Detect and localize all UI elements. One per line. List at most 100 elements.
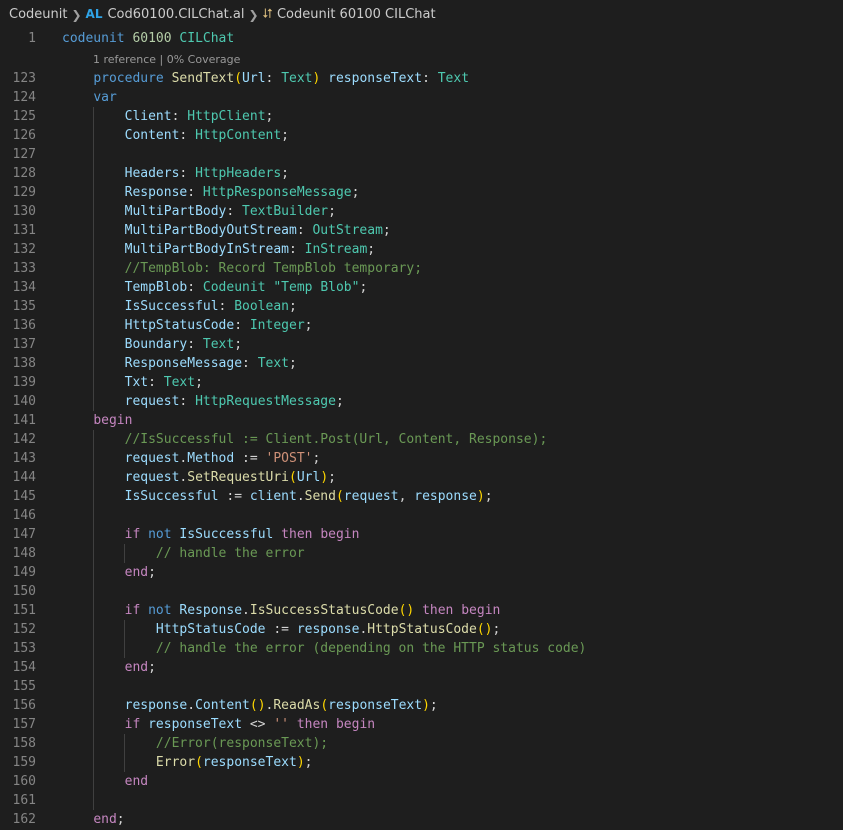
code-line[interactable]: 156 response.Content().ReadAs(responseTe… bbox=[0, 696, 843, 715]
breadcrumb-file[interactable]: AL Cod60100.CILChat.al bbox=[86, 7, 245, 22]
code-line[interactable]: 132 MultiPartBodyInStream: InStream; bbox=[0, 240, 843, 259]
code-line[interactable]: 146 bbox=[0, 506, 843, 525]
codelens-coverage[interactable]: 0% Coverage bbox=[167, 53, 241, 66]
code-line[interactable]: 150 bbox=[0, 582, 843, 601]
breadcrumb-folder[interactable]: Codeunit bbox=[9, 7, 67, 22]
line-number: 159 bbox=[12, 755, 36, 770]
code-text: MultiPartBodyOutStream: OutStream; bbox=[62, 221, 391, 240]
code-line[interactable]: 148 // handle the error bbox=[0, 544, 843, 563]
codelens: 1 reference | 0% Coverage bbox=[0, 48, 843, 69]
code-line[interactable]: 151 if not Response.IsSuccessStatusCode(… bbox=[0, 601, 843, 620]
code-line[interactable]: 135 IsSuccessful: Boolean; bbox=[0, 297, 843, 316]
code-token: : bbox=[289, 242, 305, 257]
code-line[interactable]: 130 MultiPartBody: TextBuilder; bbox=[0, 202, 843, 221]
code-token: SendText bbox=[171, 71, 235, 86]
code-line[interactable]: 131 MultiPartBodyOutStream: OutStream; bbox=[0, 221, 843, 240]
class-symbol-icon: ⮃ bbox=[262, 7, 273, 22]
code-line[interactable]: 139 Txt: Text; bbox=[0, 373, 843, 392]
line-number: 126 bbox=[12, 128, 36, 143]
code-token: Content bbox=[124, 128, 180, 143]
code-line[interactable]: 123 procedure SendText(Url: Text) respon… bbox=[0, 69, 843, 88]
code-token: Text bbox=[202, 337, 235, 352]
code-line[interactable]: 162 end; bbox=[0, 810, 843, 829]
code-line[interactable]: 142 //IsSuccessful := Client.Post(Url, C… bbox=[0, 430, 843, 449]
code-line[interactable]: 145 IsSuccessful := client.Send(request,… bbox=[0, 487, 843, 506]
line-number: 153 bbox=[12, 641, 36, 656]
code-token: Response bbox=[179, 603, 243, 618]
code-line[interactable]: 1 codeunit 60100 CILChat bbox=[0, 29, 843, 48]
code-token: ) bbox=[422, 698, 430, 713]
line-number: 162 bbox=[12, 812, 36, 827]
code-line[interactable]: 138 ResponseMessage: Text; bbox=[0, 354, 843, 373]
code-token: () bbox=[476, 622, 493, 637]
breadcrumb-symbol-label: Codeunit 60100 CILChat bbox=[276, 7, 436, 22]
code-line[interactable]: 127 bbox=[0, 145, 843, 164]
code-line[interactable]: 126 Content: HttpContent; bbox=[0, 126, 843, 145]
code-text: if not IsSuccessful then begin bbox=[62, 525, 360, 544]
code-text: request: HttpRequestMessage; bbox=[62, 392, 344, 411]
code-line[interactable]: 160 end bbox=[0, 772, 843, 791]
line-number: 142 bbox=[12, 432, 36, 447]
code-line[interactable]: 155 bbox=[0, 677, 843, 696]
code-line[interactable]: 124 var bbox=[0, 88, 843, 107]
code-token: ; bbox=[281, 128, 289, 143]
code-token: SetRequestUri bbox=[187, 470, 289, 485]
code-line[interactable]: 157 if responseText <> '' then begin bbox=[0, 715, 843, 734]
line-number: 132 bbox=[12, 242, 36, 257]
code-text: //TempBlob: Record TempBlob temporary; bbox=[62, 259, 422, 278]
code-line[interactable]: 158 //Error(responseText); bbox=[0, 734, 843, 753]
code-line[interactable]: 137 Boundary: Text; bbox=[0, 335, 843, 354]
code-line[interactable]: 128 Headers: HttpHeaders; bbox=[0, 164, 843, 183]
code-line[interactable]: 159 Error(responseText); bbox=[0, 753, 843, 772]
code-token: ( bbox=[289, 470, 297, 485]
code-text: HttpStatusCode := response.HttpStatusCod… bbox=[62, 620, 500, 639]
code-line[interactable]: 161 bbox=[0, 791, 843, 810]
code-line[interactable]: 125 Client: HttpClient; bbox=[0, 107, 843, 126]
code-token: ; bbox=[234, 337, 243, 352]
code-token: ; bbox=[195, 375, 203, 390]
code-line[interactable]: 136 HttpStatusCode: Integer; bbox=[0, 316, 843, 335]
code-token: ) bbox=[320, 470, 329, 485]
code-line[interactable]: 133 //TempBlob: Record TempBlob temporar… bbox=[0, 259, 843, 278]
code-token: . bbox=[242, 603, 250, 618]
code-token: IsSuccessful bbox=[179, 527, 274, 542]
code-line[interactable]: 140 request: HttpRequestMessage; bbox=[0, 392, 843, 411]
line-number: 141 bbox=[12, 413, 36, 428]
code-token: ReadAs bbox=[273, 698, 321, 713]
code-editor[interactable]: 1 codeunit 60100 CILChat 1 reference | 0% … bbox=[0, 29, 843, 829]
code-token: request bbox=[124, 470, 180, 485]
code-token: //Error(responseText); bbox=[155, 736, 329, 751]
code-line[interactable]: 129 Response: HttpResponseMessage; bbox=[0, 183, 843, 202]
code-line[interactable]: 141 begin bbox=[0, 411, 843, 430]
code-token: Client bbox=[124, 109, 172, 124]
codelens-references[interactable]: 1 reference bbox=[93, 53, 156, 66]
code-token: responseText bbox=[328, 698, 423, 713]
code-line[interactable]: 154 end; bbox=[0, 658, 843, 677]
code-line[interactable]: 149 end; bbox=[0, 563, 843, 582]
code-line[interactable]: 152 HttpStatusCode := response.HttpStatu… bbox=[0, 620, 843, 639]
code-line[interactable]: 134 TempBlob: Codeunit "Temp Blob"; bbox=[0, 278, 843, 297]
code-line[interactable]: 147 if not IsSuccessful then begin bbox=[0, 525, 843, 544]
code-token: : bbox=[179, 394, 196, 409]
code-line[interactable]: 144 request.SetRequestUri(Url); bbox=[0, 468, 843, 487]
code-text: response.Content().ReadAs(responseText); bbox=[62, 696, 438, 715]
breadcrumb-symbol[interactable]: ⮃ Codeunit 60100 CILChat bbox=[263, 7, 436, 22]
code-token: client bbox=[249, 489, 297, 504]
code-line[interactable]: 143 request.Method := 'POST'; bbox=[0, 449, 843, 468]
code-token: ; bbox=[351, 185, 360, 200]
code-line[interactable]: 153 // handle the error (depending on th… bbox=[0, 639, 843, 658]
code-text: codeunit 60100 CILChat bbox=[62, 29, 234, 48]
